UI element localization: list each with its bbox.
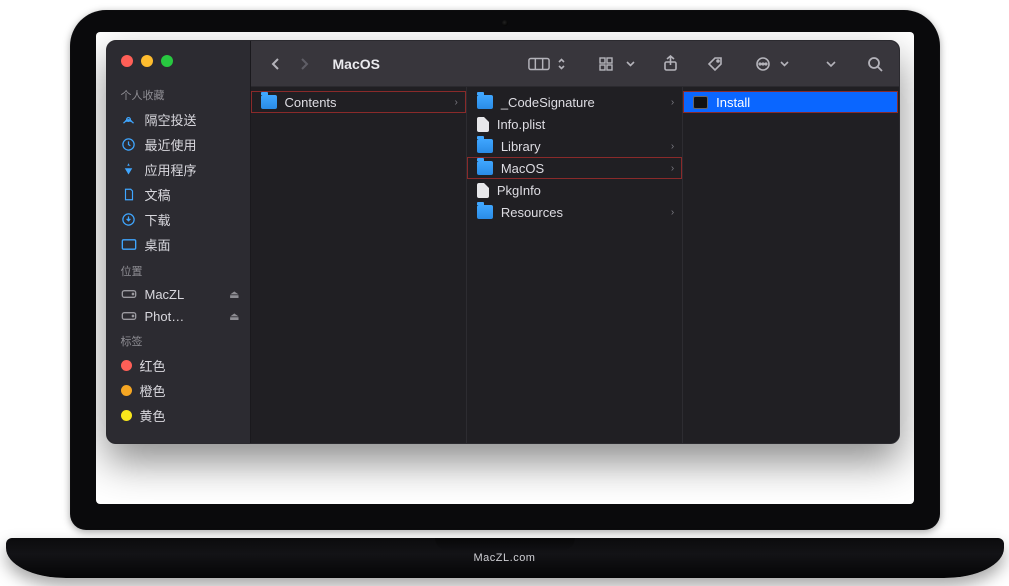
sidebar-item-applications[interactable]: 应用程序	[107, 157, 250, 182]
laptop-base: MacZL.com	[6, 538, 1004, 578]
apps-icon	[121, 162, 137, 178]
sidebar-item-label: 下载	[145, 210, 171, 229]
sidebar-item-downloads[interactable]: 下载	[107, 207, 250, 232]
folder-icon	[477, 205, 493, 219]
column-2: Install	[683, 87, 898, 443]
chevron-right-icon: ›	[671, 207, 674, 218]
exec-icon	[693, 96, 708, 109]
airdrop-icon	[121, 112, 137, 128]
sidebar-item-disk-maczl[interactable]: MacZL ⏏	[107, 283, 250, 305]
sidebar-item-label: Phot…	[145, 309, 185, 324]
sidebar-tag-red[interactable]: 红色	[107, 353, 250, 378]
list-item[interactable]: Info.plist	[467, 113, 682, 135]
tag-dot-icon	[121, 385, 132, 396]
nav-back-button[interactable]	[263, 50, 289, 78]
sidebar-item-recents[interactable]: 最近使用	[107, 132, 250, 157]
brand-label: MacZL.com	[474, 552, 536, 564]
item-label: Install	[716, 95, 750, 110]
sidebar-item-label: 文稿	[145, 185, 171, 204]
zoom-button[interactable]	[161, 55, 173, 67]
view-columns-button[interactable]	[525, 50, 553, 78]
folder-icon	[477, 95, 493, 109]
eject-icon[interactable]: ⏏	[229, 310, 239, 323]
column-0: Contents ›	[251, 87, 467, 443]
item-label: Resources	[501, 205, 563, 220]
minimize-button[interactable]	[141, 55, 153, 67]
folder-icon	[477, 161, 493, 175]
desktop-icon	[121, 237, 137, 253]
search-button[interactable]	[861, 50, 889, 78]
list-item[interactable]: Install	[683, 91, 898, 113]
toolbar: MacOS	[251, 41, 899, 87]
sidebar-item-airdrop[interactable]: 隔空投送	[107, 107, 250, 132]
sidebar-item-label: 桌面	[145, 235, 171, 254]
sidebar-item-label: 隔空投送	[145, 110, 197, 129]
folder-icon	[477, 139, 493, 153]
chevron-right-icon: ›	[671, 97, 674, 108]
sidebar-item-label: 橙色	[140, 381, 166, 400]
list-item[interactable]: PkgInfo	[467, 179, 682, 201]
sidebar-item-label: 应用程序	[145, 160, 197, 179]
eject-icon[interactable]: ⏏	[229, 288, 239, 301]
sidebar-item-label: 最近使用	[145, 135, 197, 154]
sidebar: 个人收藏 隔空投送 最近使用	[107, 41, 251, 443]
item-label: MacOS	[501, 161, 544, 176]
column-view: Contents › _CodeSignature ›	[251, 87, 899, 443]
doc-icon	[121, 187, 137, 203]
folder-icon	[261, 95, 277, 109]
tag-dot-icon	[121, 360, 132, 371]
window-title: MacOS	[333, 56, 380, 72]
list-item[interactable]: Contents ›	[251, 91, 466, 113]
overflow-button[interactable]	[817, 50, 845, 78]
chevron-down-icon[interactable]	[625, 50, 637, 78]
sidebar-section-favorites: 个人收藏	[107, 81, 250, 107]
download-icon	[121, 212, 137, 228]
chevron-right-icon: ›	[671, 141, 674, 152]
sidebar-item-disk-phot[interactable]: Phot… ⏏	[107, 305, 250, 327]
view-menu-chevron-icon[interactable]	[555, 50, 569, 78]
tag-button[interactable]	[701, 50, 729, 78]
chevron-right-icon: ›	[454, 97, 457, 108]
sidebar-section-tags: 标签	[107, 327, 250, 353]
finder-window: 个人收藏 隔空投送 最近使用	[106, 40, 900, 444]
column-1: _CodeSignature › Info.plist Library ›	[467, 87, 683, 443]
list-item[interactable]: Library ›	[467, 135, 682, 157]
list-item[interactable]: _CodeSignature ›	[467, 91, 682, 113]
close-button[interactable]	[121, 55, 133, 67]
item-label: _CodeSignature	[501, 95, 595, 110]
group-by-button[interactable]	[595, 50, 623, 78]
item-label: Contents	[285, 95, 337, 110]
share-button[interactable]	[657, 50, 685, 78]
clock-icon	[121, 137, 137, 153]
sidebar-item-label: 黄色	[140, 406, 166, 425]
window-traffic-lights	[107, 51, 250, 81]
sidebar-tag-orange[interactable]: 橙色	[107, 378, 250, 403]
camera-dot	[502, 20, 508, 26]
nav-forward-button[interactable]	[291, 50, 317, 78]
list-item[interactable]: MacOS ›	[467, 157, 682, 179]
sidebar-item-label: MacZL	[145, 287, 185, 302]
laptop-notch	[435, 538, 575, 550]
item-label: PkgInfo	[497, 183, 541, 198]
chevron-right-icon: ›	[671, 163, 674, 174]
item-label: Info.plist	[497, 117, 545, 132]
disk-icon	[121, 308, 137, 324]
file-icon	[477, 183, 489, 198]
chevron-down-icon[interactable]	[779, 50, 791, 78]
action-menu-button[interactable]	[749, 50, 777, 78]
disk-icon	[121, 286, 137, 302]
tag-dot-icon	[121, 410, 132, 421]
sidebar-item-desktop[interactable]: 桌面	[107, 232, 250, 257]
sidebar-item-label: 红色	[140, 356, 166, 375]
sidebar-item-documents[interactable]: 文稿	[107, 182, 250, 207]
item-label: Library	[501, 139, 541, 154]
sidebar-section-locations: 位置	[107, 257, 250, 283]
list-item[interactable]: Resources ›	[467, 201, 682, 223]
sidebar-tag-yellow[interactable]: 黄色	[107, 403, 250, 428]
file-icon	[477, 117, 489, 132]
